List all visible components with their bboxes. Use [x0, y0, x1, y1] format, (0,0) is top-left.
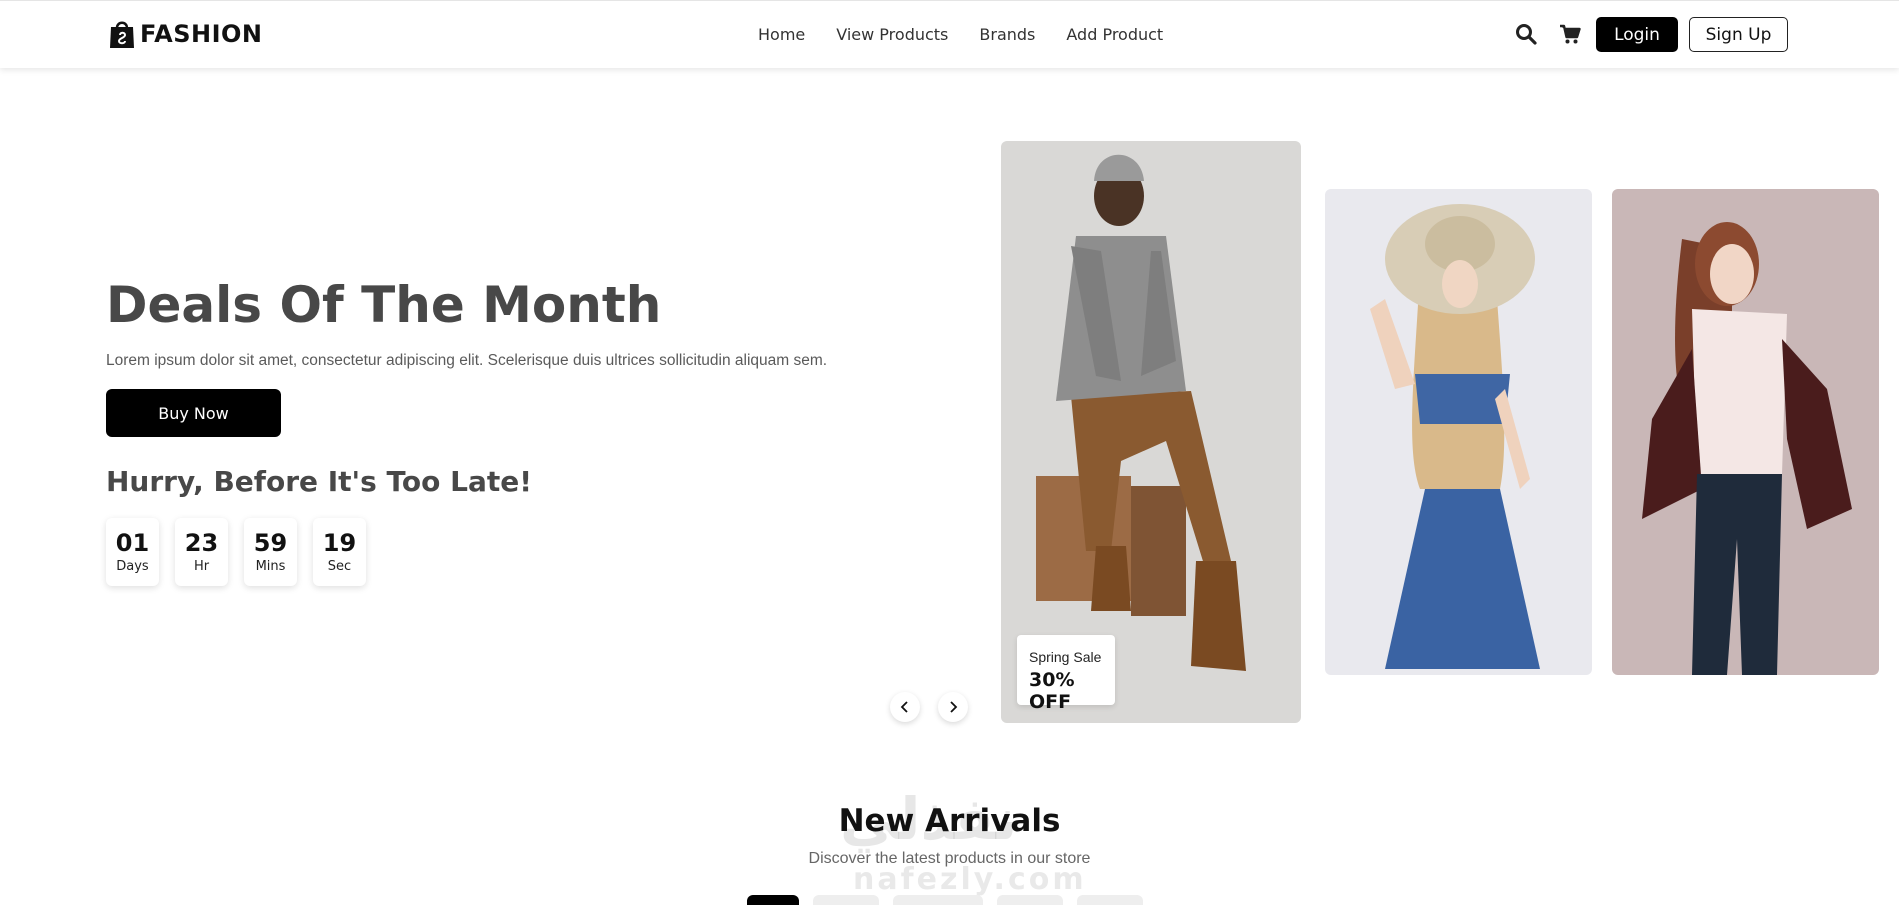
- countdown-value: 23: [184, 529, 219, 558]
- shopping-bag-icon: [110, 21, 134, 48]
- main-nav: Home View Products Brands Add Product: [758, 25, 1163, 44]
- countdown-unit: Mins: [255, 558, 286, 574]
- countdown-unit: Sec: [327, 558, 352, 574]
- header-icons: [1515, 23, 1581, 45]
- signup-button[interactable]: Sign Up: [1689, 17, 1788, 52]
- top-navbar: FASHION Home View Products Brands Add Pr…: [0, 0, 1899, 68]
- brand-logo[interactable]: FASHION: [108, 19, 263, 49]
- slide-woman-maroon-jacket[interactable]: [1612, 189, 1879, 675]
- category-tab[interactable]: [1077, 895, 1143, 905]
- countdown-hours: 23 Hr: [175, 518, 228, 586]
- nav-add-product[interactable]: Add Product: [1066, 25, 1163, 44]
- model-photo: [1642, 222, 1852, 675]
- slide-woman-sun-hat[interactable]: [1325, 189, 1592, 675]
- category-tab[interactable]: [813, 895, 879, 905]
- category-tab[interactable]: [893, 895, 983, 905]
- nav-home[interactable]: Home: [758, 25, 805, 44]
- slider-prev-button[interactable]: [890, 692, 920, 722]
- sale-label: Spring Sale: [1029, 649, 1102, 665]
- countdown-value: 19: [322, 529, 357, 558]
- nav-brands[interactable]: Brands: [979, 25, 1035, 44]
- hurry-heading: Hurry, Before It's Too Late!: [106, 465, 533, 498]
- category-tab[interactable]: [747, 895, 799, 905]
- cart-icon[interactable]: [1559, 23, 1581, 45]
- new-arrivals-title: New Arrivals: [838, 803, 1061, 839]
- countdown-unit: Hr: [193, 558, 210, 574]
- brand-name: FASHION: [140, 20, 263, 48]
- chevron-right-icon: [950, 701, 958, 713]
- countdown-unit: Days: [116, 558, 149, 574]
- category-tab[interactable]: [997, 895, 1063, 905]
- countdown-seconds: 19 Sec: [313, 518, 366, 586]
- spring-sale-card: Spring Sale 30% OFF: [1017, 635, 1115, 713]
- buy-now-button[interactable]: Buy Now: [106, 389, 281, 437]
- login-button[interactable]: Login: [1596, 17, 1678, 52]
- category-tabs: [747, 895, 1143, 905]
- hero-description: Lorem ipsum dolor sit amet, consectetur …: [106, 352, 828, 369]
- nav-view-products[interactable]: View Products: [836, 25, 948, 44]
- countdown-days: 01 Days: [106, 518, 159, 586]
- sale-discount: 30% OFF: [1029, 669, 1075, 713]
- chevron-left-icon: [900, 701, 908, 713]
- countdown-minutes: 59 Mins: [244, 518, 297, 586]
- model-photo: [1370, 204, 1540, 669]
- hero-title: Deals Of The Month: [106, 276, 662, 334]
- countdown-timer: 01 Days 23 Hr 59 Mins 19 Sec: [106, 518, 366, 586]
- search-icon[interactable]: [1515, 23, 1537, 45]
- countdown-value: 01: [115, 529, 150, 558]
- watermark-url: nafezly.com: [853, 862, 1087, 897]
- slider-next-button[interactable]: [938, 692, 968, 722]
- countdown-value: 59: [253, 529, 288, 558]
